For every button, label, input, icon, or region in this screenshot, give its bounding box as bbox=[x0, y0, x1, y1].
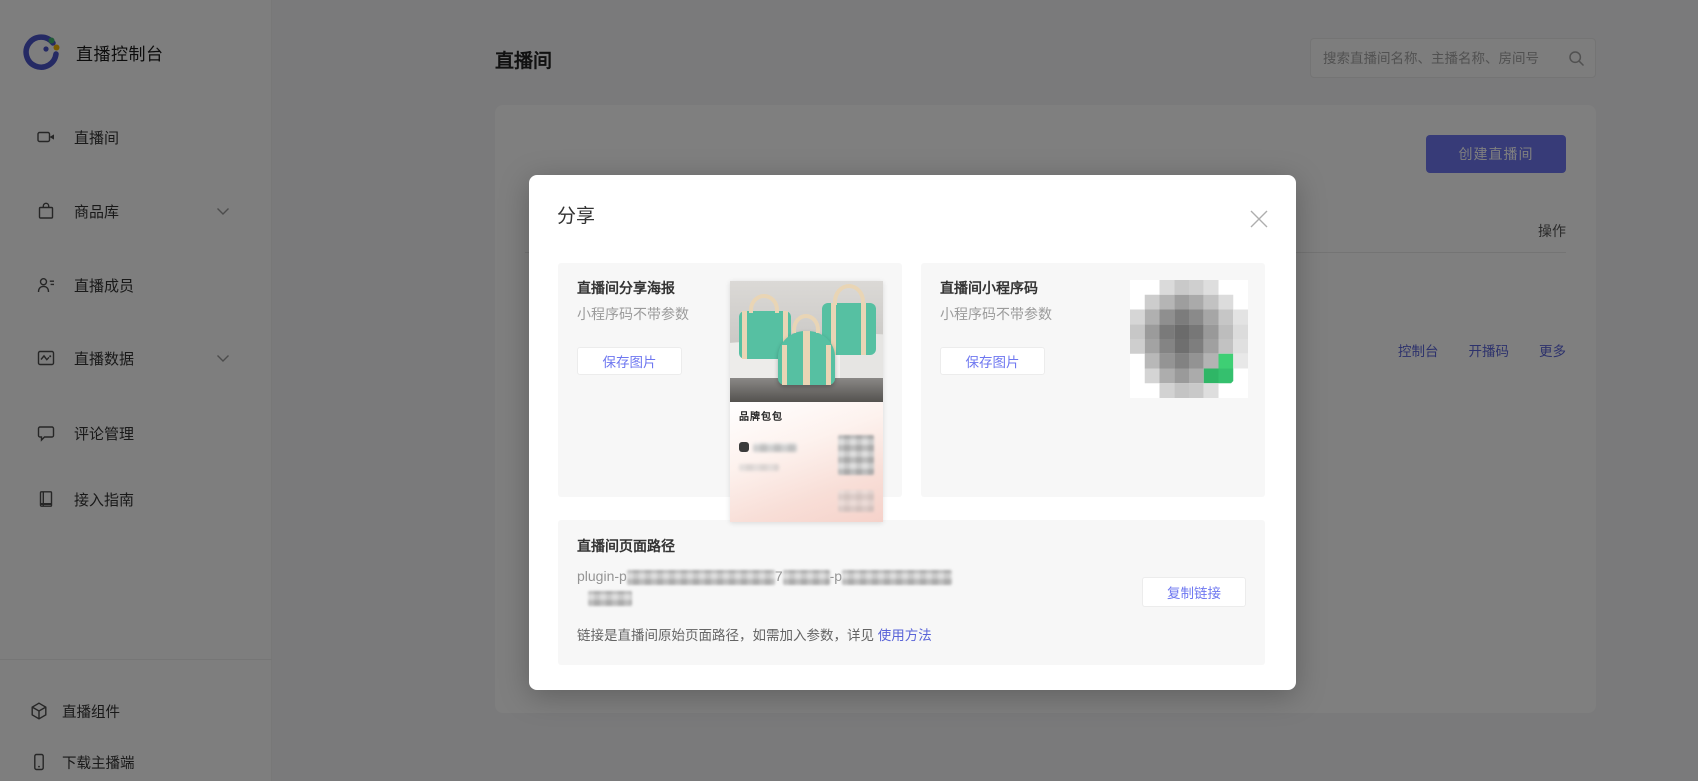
poster-lower-area: 品牌包包 bbox=[730, 402, 883, 522]
handbag-center bbox=[778, 331, 835, 385]
path-note: 链接是直播间原始页面路径，如需加入参数，详见 使用方法 bbox=[577, 628, 932, 643]
path-mid1: 7 bbox=[774, 568, 783, 584]
app-window: 直播控制台 直播间 商品库 直播成员 直播数据 bbox=[0, 0, 1698, 781]
path-prefix: plugin-p bbox=[577, 568, 627, 584]
poster-qr-code-blurred-tail bbox=[838, 490, 874, 512]
share-modal: 分享 直播间分享海报 小程序码不带参数 保存图片 品牌包包 直播间小程序码 小程… bbox=[529, 175, 1296, 690]
poster-caption: 品牌包包 bbox=[739, 412, 783, 423]
poster-footnote-blurred bbox=[739, 464, 779, 471]
share-poster-preview: 品牌包包 bbox=[730, 281, 883, 522]
page-path-section: 直播间页面路径 plugin-p 7 -p 复制链接 链接是直播间原始页面路径，如需… bbox=[558, 520, 1265, 665]
usage-guide-link[interactable]: 使用方法 bbox=[878, 628, 932, 643]
close-icon[interactable] bbox=[1248, 208, 1270, 230]
poster-product-photo bbox=[730, 281, 883, 402]
page-path-value: plugin-p 7 -p bbox=[577, 566, 1007, 608]
poster-qr-code-blurred bbox=[838, 435, 874, 475]
qr-section-title: 直播间小程序码 bbox=[940, 280, 1038, 296]
path-section-title: 直播间页面路径 bbox=[577, 538, 675, 554]
share-poster-section: 直播间分享海报 小程序码不带参数 保存图片 品牌包包 bbox=[558, 263, 902, 522]
path-mid2: -p bbox=[829, 568, 843, 584]
save-poster-button[interactable]: 保存图片 bbox=[577, 347, 682, 375]
save-qr-button[interactable]: 保存图片 bbox=[940, 347, 1045, 375]
copy-link-button[interactable]: 复制链接 bbox=[1142, 577, 1246, 607]
poster-merchant-row bbox=[739, 442, 797, 452]
qr-code-mosaic bbox=[1130, 280, 1248, 398]
modal-title: 分享 bbox=[557, 206, 596, 227]
poster-section-subtitle: 小程序码不带参数 bbox=[577, 306, 689, 322]
mini-program-code-section: 直播间小程序码 小程序码不带参数 保存图片 bbox=[921, 263, 1265, 497]
merchant-badge-icon bbox=[739, 442, 749, 452]
merchant-name-blurred bbox=[753, 442, 797, 452]
qr-section-subtitle: 小程序码不带参数 bbox=[940, 306, 1052, 322]
poster-section-title: 直播间分享海报 bbox=[577, 280, 675, 296]
